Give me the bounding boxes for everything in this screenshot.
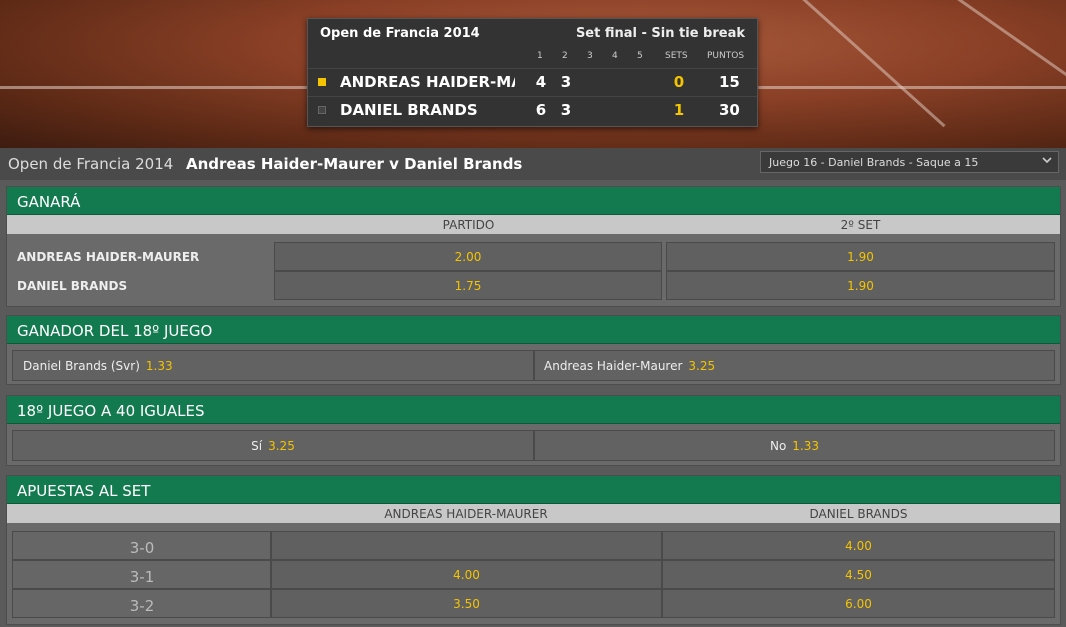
serving-indicator-icon (318, 106, 326, 114)
set-score-label: 3-1 (129, 568, 155, 586)
odds-value: 3.50 (453, 597, 480, 611)
selection-label: No (769, 439, 787, 453)
odds-button[interactable]: 4.00 (662, 531, 1055, 560)
panel-header[interactable]: APUESTAS AL SET (7, 476, 1060, 504)
court-line (780, 0, 946, 128)
scoreboard-col-5: 5 (637, 51, 643, 61)
scoreboard: Open de Francia 2014 Set final - Sin tie… (307, 18, 758, 127)
scoreboard-col-1: 1 (537, 51, 543, 61)
sets-score: 1 (673, 101, 685, 119)
panel-title: GANARÁ (17, 193, 81, 211)
sets-score: 0 (673, 73, 685, 91)
panel-header[interactable]: GANADOR DEL 18º JUEGO (7, 316, 1060, 344)
odds-value: 4.00 (453, 568, 480, 582)
scoreboard-col-4: 4 (612, 51, 618, 61)
player-name: DANIEL BRANDS (340, 101, 478, 119)
selection-label: Daniel Brands (Svr) (23, 359, 140, 373)
scoreboard-header: Open de Francia 2014 Set final - Sin tie… (308, 19, 757, 47)
odds-button[interactable]: Daniel Brands (Svr) 1.33 (12, 350, 534, 381)
selection-label: Andreas Haider-Maurer (544, 359, 683, 373)
points-score: 30 (719, 101, 740, 119)
odds-button-empty (271, 531, 662, 560)
scoreboard-row-player-1: ANDREAS HAIDER-MA... 4 3 0 15 (308, 68, 757, 94)
scoreboard-competition: Open de Francia 2014 (320, 26, 480, 41)
scoreboard-format: Set final - Sin tie break (575, 26, 745, 41)
odds-value: 1.90 (847, 279, 874, 293)
odds-value: 4.00 (845, 539, 872, 553)
panel-winner: GANARÁ PARTIDO 2º SET ANDREAS HAIDER-MAU… (6, 186, 1061, 307)
scoreboard-col-points: PUNTOS (707, 51, 745, 61)
panel-title: APUESTAS AL SET (17, 482, 151, 500)
odds-value: 3.25 (688, 359, 716, 373)
panel-set-betting: APUESTAS AL SET ANDREAS HAIDER-MAURER DA… (6, 475, 1061, 625)
panel-deuce: 18º JUEGO A 40 IGUALES Sí 3.25 No 1.33 (6, 395, 1061, 466)
column-headers: PARTIDO 2º SET (7, 215, 1060, 234)
set-score-label-cell: 3-2 (12, 589, 271, 618)
odds-button[interactable]: 4.50 (662, 560, 1055, 589)
row-label: DANIEL BRANDS (17, 279, 128, 293)
set1-score: 6 (535, 101, 547, 119)
panel-header[interactable]: 18º JUEGO A 40 IGUALES (7, 396, 1060, 424)
odds-value: 2.00 (454, 250, 482, 264)
odds-button[interactable]: 4.00 (271, 560, 662, 589)
panel-game-winner: GANADOR DEL 18º JUEGO Daniel Brands (Svr… (6, 315, 1061, 385)
set2-score: 3 (560, 101, 572, 119)
game-select-value: Juego 16 - Daniel Brands - Saque a 15 (769, 156, 979, 169)
odds-button[interactable]: Sí 3.25 (12, 430, 534, 461)
odds-value: 1.33 (145, 359, 173, 373)
odds-button[interactable]: 1.90 (666, 271, 1055, 300)
scoreboard-col-2: 2 (562, 51, 568, 61)
page: Open de Francia 2014 Set final - Sin tie… (0, 0, 1066, 627)
row-label: ANDREAS HAIDER-MAURER (17, 250, 200, 264)
odds-value: 1.90 (847, 250, 874, 264)
column-headers: ANDREAS HAIDER-MAURER DANIEL BRANDS (7, 504, 1060, 523)
odds-value: 4.50 (845, 568, 872, 582)
scoreboard-col-3: 3 (587, 51, 593, 61)
panel-title: 18º JUEGO A 40 IGUALES (17, 402, 205, 420)
chevron-down-icon (1042, 157, 1052, 164)
odds-button[interactable]: Andreas Haider-Maurer 3.25 (534, 350, 1055, 381)
set-score-label-cell: 3-0 (12, 531, 271, 560)
odds-button[interactable]: 1.75 (274, 271, 662, 300)
odds-value: 6.00 (845, 597, 872, 611)
column-header-match: PARTIDO (442, 218, 495, 232)
selection-label: Sí (251, 439, 263, 453)
column-header-player-1: ANDREAS HAIDER-MAURER (384, 507, 548, 521)
scoreboard-row-player-2: DANIEL BRANDS 6 3 1 30 (308, 96, 757, 122)
odds-value: 1.75 (454, 279, 482, 293)
odds-button[interactable]: 1.90 (666, 242, 1055, 271)
odds-value: 1.33 (792, 439, 820, 453)
set1-score: 4 (535, 73, 547, 91)
serving-indicator-icon (318, 78, 326, 86)
court-line (900, 0, 1066, 110)
column-header-player-2: DANIEL BRANDS (809, 507, 908, 521)
match-title: Andreas Haider-Maurer v Daniel Brands (186, 155, 523, 173)
odds-button[interactable]: No 1.33 (534, 430, 1055, 461)
game-select-dropdown[interactable]: Juego 16 - Daniel Brands - Saque a 15 (760, 151, 1059, 173)
court-banner: Open de Francia 2014 Set final - Sin tie… (0, 0, 1066, 148)
set2-score: 3 (560, 73, 572, 91)
panel-title: GANADOR DEL 18º JUEGO (17, 322, 213, 340)
panel-header[interactable]: GANARÁ (7, 187, 1060, 215)
odds-button[interactable]: 2.00 (274, 242, 662, 271)
set-score-label-cell: 3-1 (12, 560, 271, 589)
set-score-label: 3-0 (129, 539, 155, 557)
odds-button[interactable]: 3.50 (271, 589, 662, 618)
points-score: 15 (719, 73, 740, 91)
odds-value: 3.25 (268, 439, 295, 453)
competition-name: Open de Francia 2014 (8, 155, 174, 173)
column-header-set: 2º SET (840, 218, 881, 232)
scoreboard-col-sets: SETS (665, 51, 688, 61)
odds-button[interactable]: 6.00 (662, 589, 1055, 618)
set-score-label: 3-2 (129, 597, 155, 615)
player-name: ANDREAS HAIDER-MA... (340, 73, 515, 91)
